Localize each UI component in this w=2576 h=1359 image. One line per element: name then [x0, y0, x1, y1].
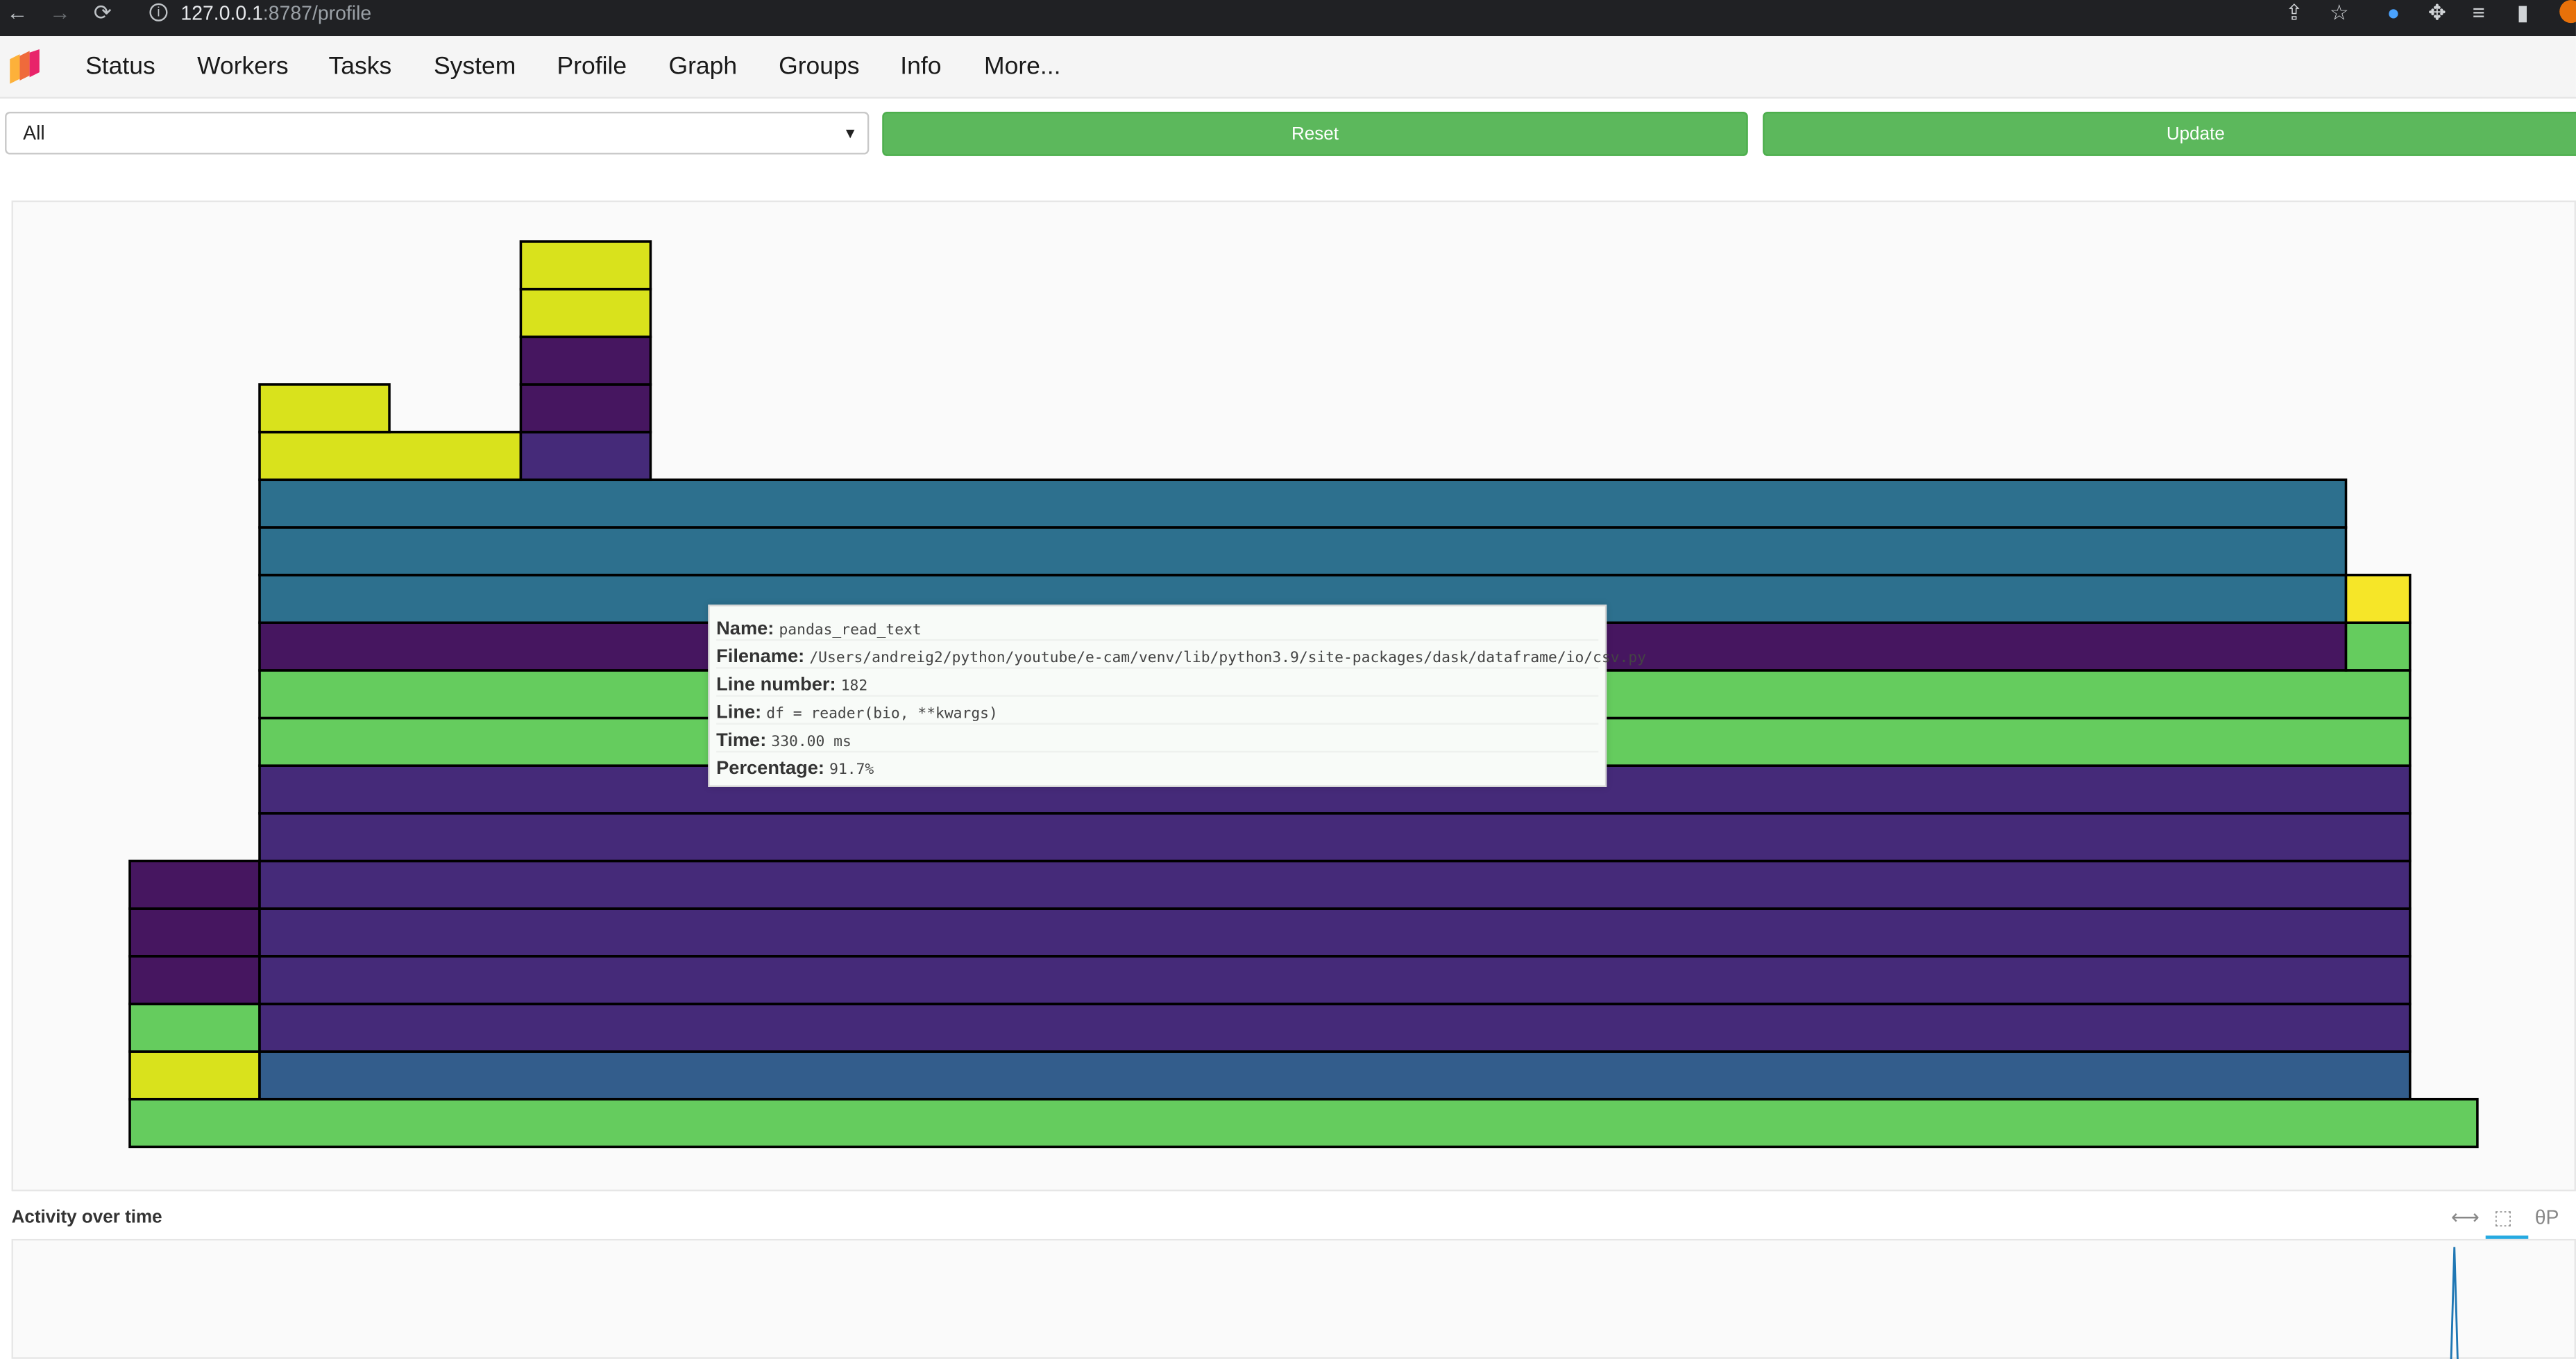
flame-frame[interactable] [258, 478, 2348, 529]
forward-arrow-icon[interactable]: → [49, 1, 71, 24]
nav-profile[interactable]: Profile [557, 53, 627, 81]
activity-series [2450, 1247, 2459, 1359]
extensions-puzzle-icon[interactable]: ✥ [2428, 0, 2446, 26]
nav-groups[interactable]: Groups [779, 53, 859, 81]
flame-frame[interactable] [519, 383, 652, 434]
bookmark-star-icon[interactable]: ☆ [2330, 0, 2349, 26]
tooltip-name-row: Name: pandas_read_text [716, 613, 1599, 641]
chevron-down-icon: ▼ [842, 124, 858, 142]
flame-frame[interactable] [519, 335, 652, 386]
pan-icon[interactable]: ⟷ [2451, 1203, 2480, 1233]
flame-frame[interactable] [258, 907, 2412, 958]
flame-frame[interactable] [519, 240, 652, 291]
tooltip-time-label: Time: [716, 731, 767, 751]
flame-frame[interactable] [2344, 573, 2412, 624]
flame-frame[interactable] [128, 1097, 2479, 1149]
tooltip-filename-value: /Users/andreig2/python/youtube/e-cam/ven… [809, 650, 1647, 668]
tooltip-line-number-value: 182 [840, 678, 868, 695]
activity-plot[interactable] [11, 1238, 2576, 1359]
box-zoom-icon[interactable]: ⬚ [2494, 1203, 2513, 1233]
url-path: :8787/profile [262, 1, 372, 25]
nav-graph[interactable]: Graph [668, 53, 737, 81]
tooltip-line-label: Line: [716, 703, 762, 723]
reload-icon[interactable]: ⟳ [94, 1, 112, 24]
extension-icon[interactable]: ● [2387, 0, 2400, 26]
frame-tooltip: Name: pandas_read_text Filename:/Users/an… [708, 605, 1646, 787]
tooltip-time-value: 330.00 ms [771, 734, 851, 751]
tooltip-percentage-value: 91.7% [829, 762, 874, 779]
flame-frame[interactable] [258, 526, 2348, 577]
nav-more[interactable]: More... [984, 53, 1061, 81]
reset-button[interactable]: Reset [882, 111, 1748, 156]
flame-frame[interactable] [258, 430, 523, 482]
back-arrow-icon[interactable]: ← [6, 1, 28, 24]
activity-spike [2450, 1247, 2459, 1359]
flame-frame[interactable] [128, 1050, 261, 1101]
side-panel-icon[interactable]: ▮ [2517, 0, 2529, 26]
activity-title: Activity over time [11, 1207, 162, 1228]
flame-frame[interactable] [258, 859, 2412, 910]
nav-tasks[interactable]: Tasks [328, 53, 391, 81]
profile-key-select[interactable]: All ▼ [5, 111, 870, 155]
flame-frame[interactable] [258, 812, 2412, 863]
tooltip-line-number-label: Line number: [716, 675, 836, 695]
flame-frame[interactable] [128, 907, 261, 958]
tooltip-name-value: pandas_read_text [779, 623, 922, 639]
nav-workers[interactable]: Workers [197, 53, 289, 81]
nav-system[interactable]: System [434, 53, 516, 81]
flame-frame[interactable] [519, 430, 652, 482]
nav-info[interactable]: Info [900, 53, 941, 81]
flame-frame[interactable] [258, 954, 2412, 1006]
flame-frame[interactable] [519, 287, 652, 339]
page: ← → ⟳ i 127.0.0.1:8787/profile ⇪ ☆ ● ✥ ≡… [0, 0, 2576, 1359]
update-button[interactable]: Update [1763, 111, 2576, 156]
tooltip-name-label: Name: [716, 619, 774, 639]
nav-status[interactable]: Status [85, 53, 155, 81]
tooltip-percentage-row: Percentage: 91.7% [716, 752, 1598, 780]
browser-toolbar: ← → ⟳ i 127.0.0.1:8787/profile ⇪ ☆ ● ✥ ≡… [0, 0, 2576, 37]
site-info-icon[interactable]: i [149, 3, 168, 22]
share-icon[interactable]: ⇪ [2285, 0, 2303, 26]
select-value: All [23, 121, 45, 145]
tooltip-line-row: Line: df = reader(bio, **kwargs) [716, 697, 1599, 725]
tooltip-percentage-label: Percentage: [716, 759, 825, 779]
tooltip-filename-row: Filename:/Users/andreig2/python/youtube/… [716, 641, 1646, 669]
dask-logo-icon[interactable] [6, 49, 42, 85]
dashboard-navbar: Status Workers Tasks System Profile Grap… [0, 36, 2576, 99]
address-bar[interactable]: 127.0.0.1:8787/profile [180, 0, 371, 26]
profile-avatar[interactable] [2559, 0, 2576, 24]
flame-frame[interactable] [128, 954, 261, 1006]
flame-frame[interactable] [258, 1050, 2412, 1101]
flame-frame[interactable] [258, 1002, 2412, 1053]
tooltip-time-row: Time: 330.00 ms [716, 725, 1599, 753]
flame-frame[interactable] [128, 1002, 261, 1053]
flame-frame[interactable] [2344, 621, 2412, 672]
tooltip-line-value: df = reader(bio, **kwargs) [766, 706, 998, 723]
tooltip-filename-label: Filename: [716, 647, 805, 668]
bokeh-logo-icon[interactable]: θP [2535, 1203, 2559, 1233]
tooltip-line-number-row: Line number: 182 [716, 668, 1599, 697]
media-queue-icon[interactable]: ≡ [2473, 0, 2485, 26]
url-host: 127.0.0.1 [180, 1, 263, 25]
flame-frame[interactable] [128, 859, 261, 910]
flame-frame[interactable] [258, 383, 391, 434]
